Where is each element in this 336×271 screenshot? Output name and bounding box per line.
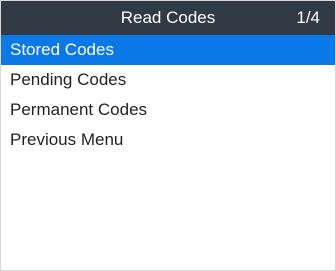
menu-item-pending-codes[interactable]: Pending Codes <box>1 65 335 95</box>
scan-tool-screen: Read Codes 1/4 Stored Codes Pending Code… <box>0 0 336 271</box>
page-indicator: 1/4 <box>296 8 320 27</box>
screen-title: Read Codes <box>120 8 216 27</box>
menu-item-permanent-codes[interactable]: Permanent Codes <box>1 95 335 125</box>
screen-header: Read Codes 1/4 <box>1 1 335 35</box>
menu-item-stored-codes[interactable]: Stored Codes <box>1 35 335 65</box>
read-codes-menu: Stored Codes Pending Codes Permanent Cod… <box>1 35 335 155</box>
menu-item-previous-menu[interactable]: Previous Menu <box>1 125 335 155</box>
